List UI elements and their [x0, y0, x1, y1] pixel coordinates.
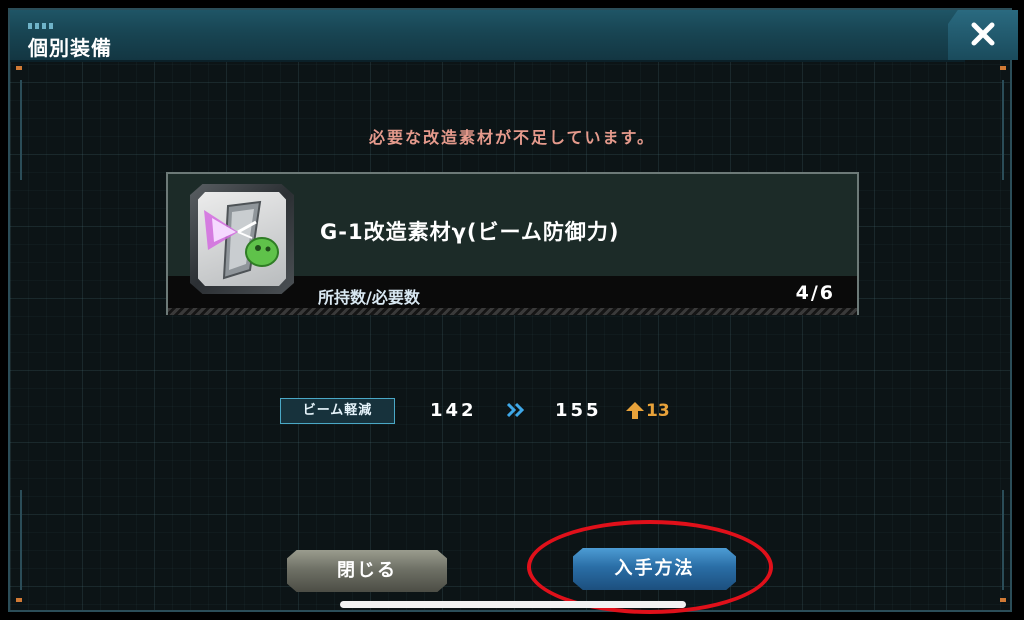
- insufficient-material-message: 必要な改造素材が不足しています。: [369, 128, 655, 147]
- dialog-header: 個別装備: [10, 10, 965, 62]
- material-panel: G-1改造素材γ(ビーム防御力) 所持数/必要数 4/6: [166, 172, 859, 315]
- game-screen: 個別装備 必要な改造素材が不足しています。 G-1改造素材γ(ビーム防御力) 所…: [0, 0, 1024, 620]
- header-decoration: [28, 23, 53, 29]
- home-indicator[interactable]: [340, 601, 686, 608]
- owned-required-label: 所持数/必要数: [318, 288, 420, 307]
- panel-stripe-decoration: [168, 308, 857, 315]
- double-chevron-right-icon: [506, 402, 525, 418]
- material-name: G-1改造素材γ(ビーム防御力): [320, 220, 620, 244]
- up-arrow-icon: [626, 402, 644, 419]
- frame-rail: [1002, 490, 1004, 590]
- stat-increase-value: 13: [646, 401, 670, 421]
- stat-new-value: 155: [555, 400, 602, 421]
- owned-required-count: 4/6: [795, 282, 835, 304]
- frame-corner-decoration: [1000, 598, 1006, 602]
- dialog-title: 個別装備: [28, 36, 112, 60]
- highlight-annotation-circle: [527, 520, 773, 614]
- beam-defense-material-icon: [198, 192, 286, 286]
- stat-current-value: 142: [430, 400, 477, 421]
- frame-corner-decoration: [1000, 66, 1006, 70]
- close-dialog-button[interactable]: 閉じる: [287, 550, 447, 592]
- frame-rail: [20, 490, 22, 590]
- close-x-icon: [971, 22, 995, 46]
- stat-name-badge: ビーム軽減: [280, 398, 395, 424]
- frame-corner-decoration: [16, 66, 22, 70]
- frame-corner-decoration: [16, 598, 22, 602]
- close-button[interactable]: [948, 10, 1018, 60]
- material-icon-frame[interactable]: [190, 184, 294, 294]
